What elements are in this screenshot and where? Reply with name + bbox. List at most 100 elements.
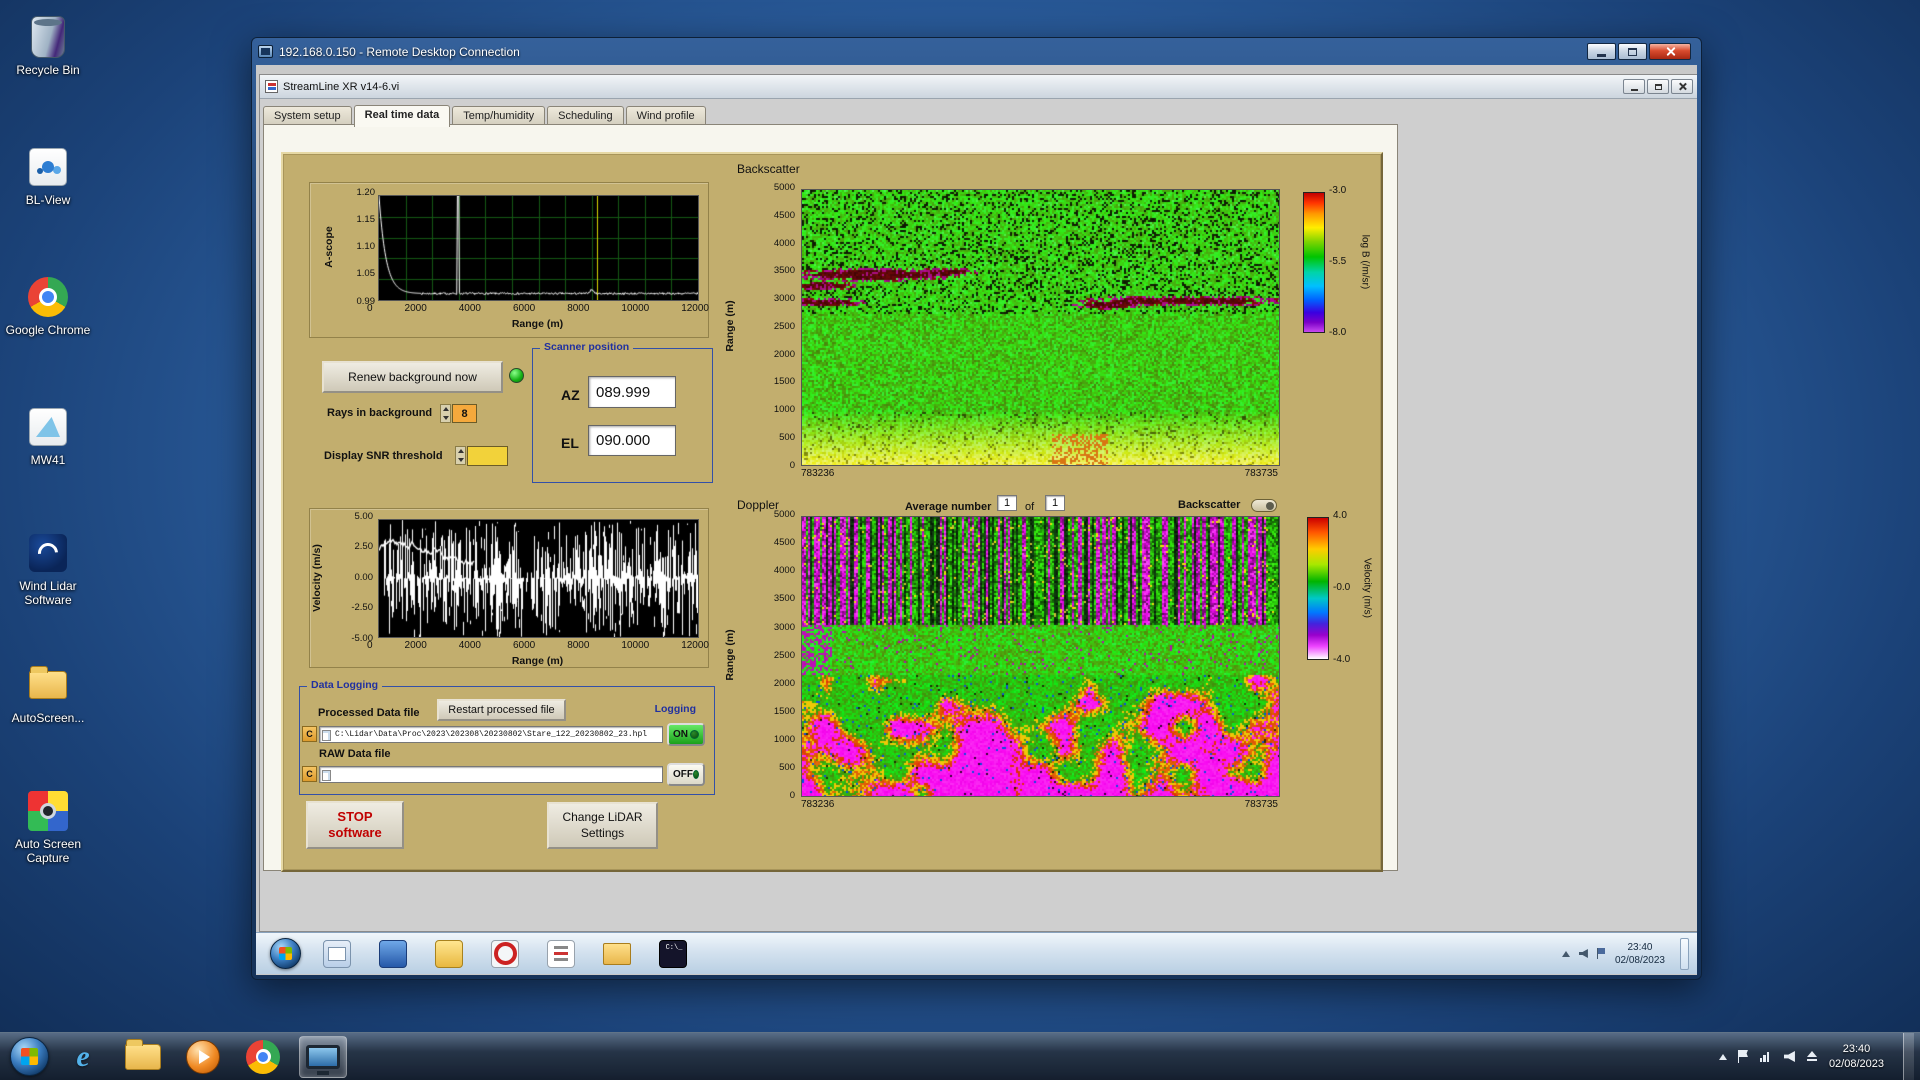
remote-desktop-area: StreamLine XR v14-6.vi System setup Real… (256, 65, 1697, 975)
file-icon (322, 730, 331, 741)
taskbar-chrome-button[interactable] (239, 1036, 287, 1078)
average-of-value[interactable]: 1 (1045, 495, 1065, 511)
velocity-y-axis-ticks: 5.00 2.50 0.00 -2.50 -5.00 (351, 511, 373, 644)
el-value: 090.000 (588, 425, 676, 456)
app-minimize-button[interactable] (1623, 79, 1645, 94)
renew-background-led (509, 368, 524, 383)
restart-processed-file-button[interactable]: Restart processed file (437, 699, 566, 721)
remote-taskbar-notes-icon[interactable] (435, 939, 463, 968)
windows-flag-icon (279, 947, 292, 960)
labview-vi-icon (265, 80, 278, 93)
action-center-flag-icon[interactable] (1737, 1050, 1749, 1063)
average-number-value[interactable]: 1 (997, 495, 1017, 511)
show-desktop-button[interactable] (1903, 1032, 1914, 1080)
taskbar-date: 02/08/2023 (1828, 1057, 1884, 1070)
windows-flag-icon (21, 1048, 38, 1065)
stop-button-line1: STOP (337, 808, 373, 824)
desktop-icon-auto-screen-capture[interactable]: Auto Screen Capture (4, 788, 92, 866)
remote-start-button[interactable] (270, 938, 301, 969)
remote-taskbar-app-icon[interactable] (379, 939, 407, 968)
off-led (693, 770, 699, 779)
folder-icon (29, 666, 67, 699)
hidden-icons-arrow[interactable] (1718, 1053, 1727, 1060)
tab-temp-humidity[interactable]: Temp/humidity (452, 106, 546, 126)
recycle-bin-icon (31, 16, 65, 58)
taskbar-media-player-button[interactable] (179, 1036, 227, 1078)
rdp-titlebar[interactable]: 192.168.0.150 - Remote Desktop Connectio… (252, 38, 1701, 65)
remote-taskbar-cmd-icon[interactable]: C:\_ (659, 939, 687, 968)
clock[interactable]: 23:40 02/08/2023 (1829, 1042, 1884, 1071)
desktop-icon-bl-view[interactable]: BL-View (4, 144, 92, 208)
remote-action-center-icon[interactable] (1596, 948, 1606, 959)
mw41-icon (29, 408, 67, 446)
rays-value[interactable]: 8 (452, 404, 477, 423)
az-label: AZ (561, 387, 580, 403)
desktop-icon-mw41[interactable]: MW41 (4, 404, 92, 468)
start-button[interactable] (10, 1037, 49, 1076)
remote-hidden-icons-arrow[interactable] (1561, 950, 1570, 957)
stop-software-button[interactable]: STOP software (306, 801, 404, 849)
remote-taskbar-folder-icon[interactable] (603, 942, 631, 965)
backscatter-y-axis-ticks: 5000 4500 4000 3500 3000 2500 2000 1500 1000 500 0 (773, 182, 795, 471)
remote-desktop-icon (306, 1044, 340, 1075)
rdp-minimize-button[interactable] (1587, 43, 1616, 60)
average-of-label: of (1025, 501, 1035, 513)
tab-system-setup[interactable]: System setup (263, 106, 352, 126)
desktop-icon-wind-lidar[interactable]: Wind Lidar Software (4, 530, 92, 608)
tab-scheduling[interactable]: Scheduling (547, 106, 624, 126)
processed-drive-letter[interactable]: C (302, 726, 317, 742)
on-label: ON (673, 729, 688, 740)
remote-clock[interactable]: 23:40 02/08/2023 (1615, 941, 1665, 967)
change-button-line1: Change LiDAR (562, 809, 643, 824)
scanner-position-title: Scanner position (540, 341, 634, 353)
renew-background-button[interactable]: Renew background now (322, 361, 503, 393)
desktop-icon-google-chrome[interactable]: Google Chrome (4, 274, 92, 338)
rdp-window-title: 192.168.0.150 - Remote Desktop Connectio… (279, 44, 520, 59)
processed-file-path-field[interactable]: C:\Lidar\Data\Proc\2023\202308\20230802\… (319, 726, 663, 743)
raw-file-path-field[interactable] (319, 766, 663, 783)
change-lidar-settings-button[interactable]: Change LiDAR Settings (547, 802, 658, 849)
tab-real-time-data[interactable]: Real time data (353, 105, 451, 127)
backscatter-toggle-switch[interactable] (1251, 499, 1277, 512)
scanner-position-box: Scanner position AZ 089.999 EL 090.000 (532, 341, 713, 483)
remote-time: 23:40 (1627, 941, 1653, 953)
processed-logging-on-button[interactable]: ON (667, 723, 705, 746)
tab-page-real-time-data: A-scope 1.20 1.15 1.10 1.05 0.99 0 2000 4000 60… (263, 124, 1398, 872)
on-led (690, 730, 699, 739)
rdp-maximize-button[interactable] (1618, 43, 1647, 60)
snr-spinner[interactable] (455, 446, 466, 465)
desktop-icon-recycle-bin[interactable]: Recycle Bin (4, 14, 92, 78)
desktop-icon-label: BL-View (25, 193, 71, 207)
taskbar-rdp-button-active[interactable] (299, 1035, 347, 1078)
ascope-y-axis-ticks: 1.20 1.15 1.10 1.05 0.99 (356, 187, 376, 307)
ascope-x-axis-label: Range (m) (511, 318, 564, 330)
remote-taskbar-capture-icon[interactable] (547, 939, 575, 968)
desktop-icon-label: AutoScreen... (11, 711, 85, 725)
tab-bar: System setup Real time data Temp/humidit… (263, 102, 708, 127)
velocity-plot-canvas (378, 519, 699, 638)
remote-volume-icon[interactable] (1578, 949, 1588, 958)
tab-wind-profile[interactable]: Wind profile (625, 106, 706, 126)
app-maximize-button[interactable] (1647, 79, 1669, 94)
ascope-plot-canvas (378, 195, 699, 301)
remote-taskbar-power-app-icon[interactable] (491, 939, 519, 968)
taskbar-internet-explorer-button[interactable]: e (59, 1036, 107, 1078)
safely-remove-hardware-icon[interactable] (1806, 1051, 1818, 1062)
rays-spinner[interactable] (440, 404, 451, 423)
doppler-y-axis-label: Range (m) (724, 629, 736, 681)
raw-logging-off-button[interactable]: OFF (667, 763, 705, 786)
raw-drive-letter[interactable]: C (302, 766, 317, 782)
remote-taskbar-explorer-icon[interactable] (323, 939, 351, 968)
volume-icon[interactable] (1783, 1051, 1795, 1062)
network-icon[interactable] (1759, 1051, 1773, 1062)
rdp-close-button[interactable] (1649, 43, 1691, 60)
app-close-button[interactable] (1671, 79, 1693, 94)
desktop-icon-autoscreen-folder[interactable]: AutoScreen... (4, 662, 92, 726)
remote-show-desktop-button[interactable] (1680, 937, 1689, 970)
logging-label: Logging (654, 703, 696, 715)
streamline-titlebar[interactable]: StreamLine XR v14-6.vi (260, 75, 1697, 99)
file-icon (322, 770, 331, 781)
taskbar-explorer-button[interactable] (119, 1036, 167, 1078)
host-taskbar: e 23:40 02/08/2023 (0, 1032, 1920, 1080)
snr-value[interactable] (467, 446, 508, 466)
